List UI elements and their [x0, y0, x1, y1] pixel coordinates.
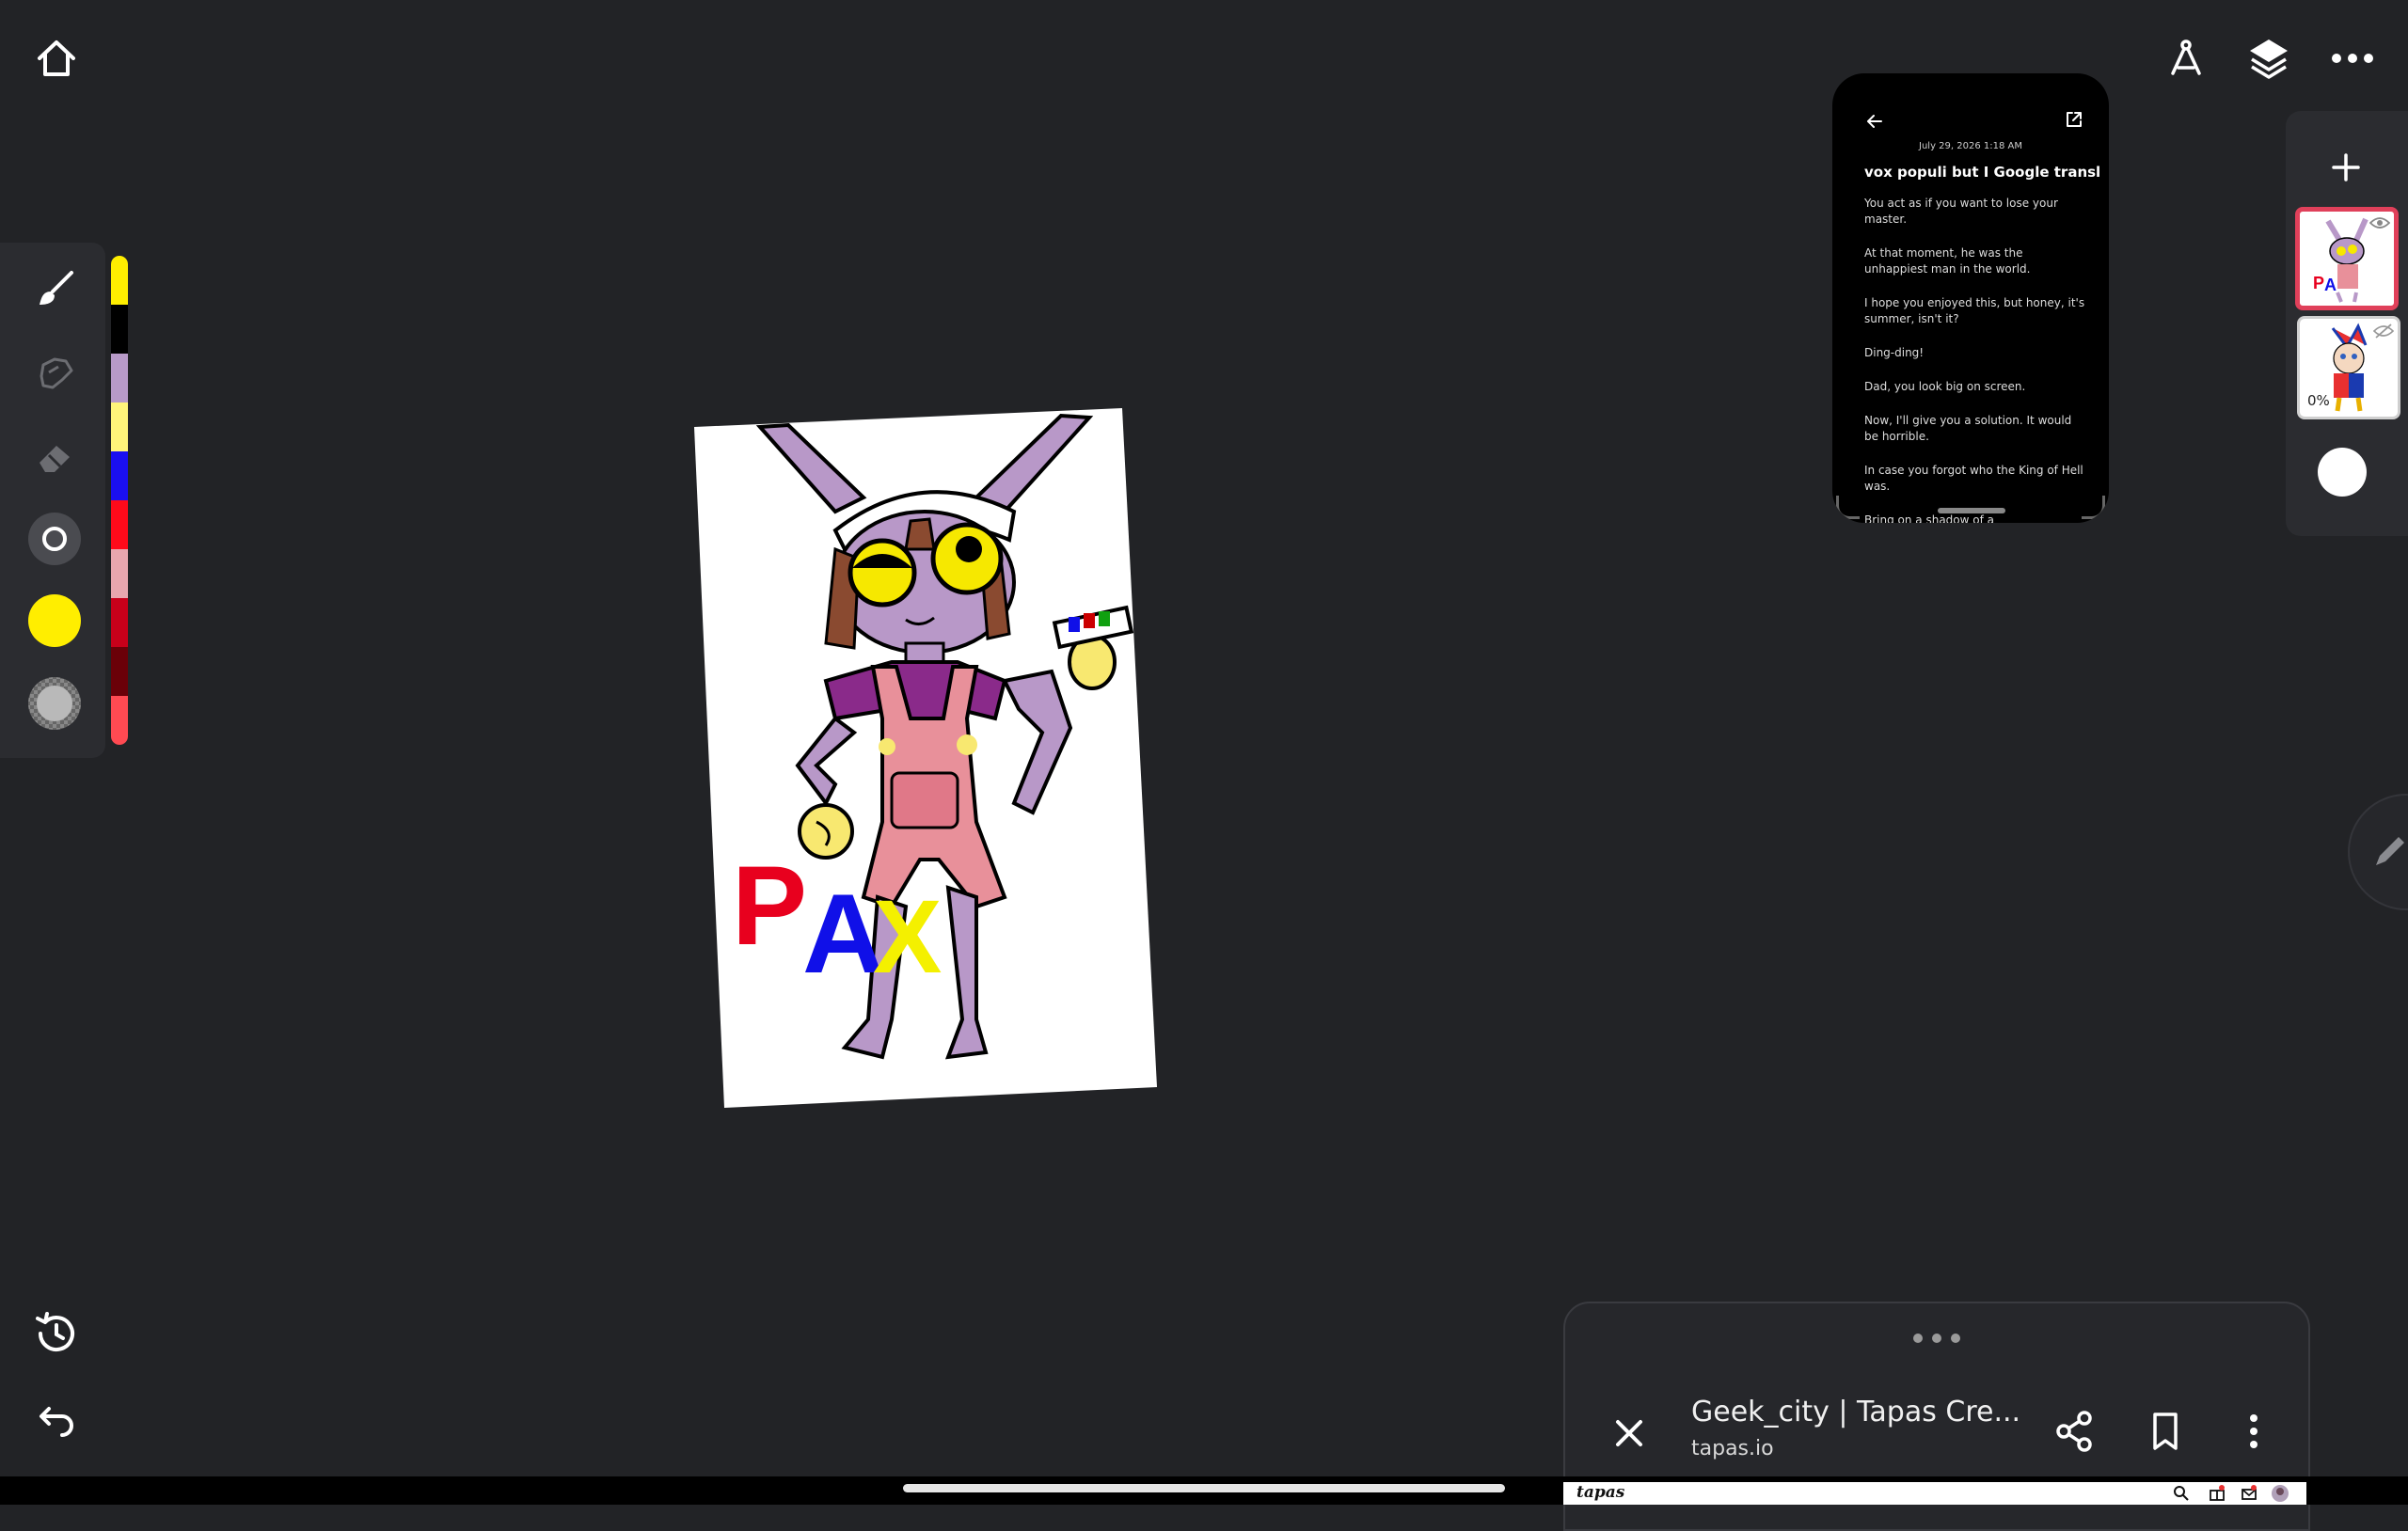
home-icon [32, 34, 81, 83]
smudge-tool[interactable] [26, 346, 83, 402]
color-palette [111, 256, 128, 745]
brush-icon [34, 269, 75, 314]
home-button[interactable] [32, 34, 81, 83]
art-letter-x: X [873, 879, 942, 995]
palette-swatch[interactable] [111, 549, 128, 598]
more-horizontal-icon [2323, 34, 2382, 83]
bookmark-icon [2139, 1413, 2192, 1461]
floating-article-window[interactable]: July 29, 2026 1:18 AM vox populi but I G… [1832, 73, 2109, 523]
gift-icon[interactable] [2209, 1485, 2226, 1506]
article-line: Dad, you look big on screen. [1864, 380, 2026, 393]
art-letter-p: P [732, 843, 807, 969]
palette-swatch[interactable] [111, 305, 128, 354]
close-button[interactable] [1605, 1409, 1654, 1458]
brush-size-button[interactable] [26, 513, 83, 569]
article-line: Now, I'll give you a solution. It would … [1864, 414, 2072, 443]
eye-hidden-icon[interactable] [2372, 323, 2395, 343]
search-icon[interactable] [2173, 1485, 2190, 1506]
character-drawing: P A X [694, 408, 1157, 1108]
art-letter-a: A [802, 871, 884, 997]
article-line: Bring on a shadow of a [1864, 513, 1994, 523]
layer-opacity-label: 0% [2307, 392, 2330, 409]
layers-panel: P A 0% [2286, 111, 2408, 536]
sheet-drag-handle[interactable] [1565, 1332, 2308, 1349]
palette-swatch[interactable] [111, 500, 128, 549]
tapas-logo: tapas [1576, 1483, 1625, 1502]
layers-button[interactable] [2242, 34, 2295, 83]
share-icon [2049, 1411, 2101, 1461]
eye-icon[interactable] [2368, 215, 2391, 234]
open-external-icon [2064, 112, 2084, 134]
eraser-icon [34, 436, 75, 481]
undo-icon [32, 1396, 81, 1444]
history-icon [32, 1309, 81, 1358]
home-indicator[interactable] [903, 1484, 1505, 1492]
svg-text:A: A [2324, 276, 2337, 294]
tool-sidebar [0, 243, 105, 758]
palette-swatch[interactable] [111, 451, 128, 500]
palette-swatch[interactable] [111, 354, 128, 402]
layer-color-button[interactable] [2318, 448, 2367, 497]
sheet-menu-button[interactable] [2227, 1405, 2280, 1458]
palette-swatch[interactable] [111, 598, 128, 647]
close-icon [1605, 1420, 1654, 1461]
pencil-icon [2370, 833, 2408, 875]
article-line: I hope you enjoyed this, but honey, it's… [1864, 296, 2085, 325]
layer-thumbnail-2[interactable]: 0% [2297, 316, 2400, 419]
article-line: Ding-ding! [1864, 346, 1925, 359]
pen-quick-button[interactable] [2348, 794, 2408, 910]
opacity-icon [26, 675, 83, 735]
resize-corner-left[interactable] [1836, 496, 1860, 519]
color-button[interactable] [26, 594, 83, 651]
brush-size-icon [26, 511, 83, 571]
more-vertical-icon [2227, 1414, 2280, 1461]
brush-tool[interactable] [26, 263, 83, 320]
share-button[interactable] [2049, 1405, 2101, 1458]
article-date: July 29, 2026 1:18 AM [1919, 141, 2022, 151]
article-body: You act as if you want to lose your mast… [1864, 196, 2086, 523]
undo-button[interactable] [32, 1396, 81, 1444]
arrow-left-icon [1864, 115, 1885, 135]
svg-text:P: P [2313, 274, 2324, 292]
layer-thumbnail-1[interactable]: P A [2295, 207, 2399, 310]
resize-corner-right[interactable] [2082, 496, 2105, 519]
color-picker-icon [26, 592, 83, 653]
palette-swatch[interactable] [111, 696, 128, 745]
article-line: At that moment, he was the unhappiest ma… [1864, 246, 2031, 276]
drawing-canvas[interactable]: P A X [694, 408, 1157, 1108]
plus-icon [2318, 153, 2374, 199]
tapas-preview-strip[interactable]: tapas [1563, 1482, 2306, 1505]
palette-swatch[interactable] [111, 402, 128, 451]
eraser-tool[interactable] [26, 431, 83, 487]
open-external-button[interactable] [2064, 109, 2084, 134]
back-button[interactable] [1864, 111, 1885, 135]
more-button[interactable] [2323, 34, 2382, 83]
inbox-icon[interactable] [2241, 1485, 2258, 1506]
ruler-button[interactable] [2162, 34, 2210, 83]
layers-icon [2242, 34, 2295, 83]
page-url: tapas.io [1691, 1437, 1774, 1460]
article-title: vox populi but I Google translated [1864, 164, 2099, 181]
palette-swatch[interactable] [111, 647, 128, 696]
page-title: Geek_city | Tapas Cre... [1691, 1396, 2021, 1428]
bookmark-button[interactable] [2139, 1405, 2192, 1458]
window-drag-handle[interactable] [1938, 508, 2005, 513]
palette-swatch[interactable] [111, 256, 128, 305]
opacity-button[interactable] [26, 677, 83, 734]
history-button[interactable] [32, 1309, 81, 1358]
article-line: You act as if you want to lose your mast… [1864, 197, 2058, 226]
smudge-icon [34, 352, 75, 397]
ruler-icon [2162, 34, 2210, 83]
avatar[interactable] [2271, 1484, 2289, 1507]
article-line: In case you forgot who the King of Hell … [1864, 464, 2083, 493]
add-layer-button[interactable] [2318, 139, 2374, 196]
